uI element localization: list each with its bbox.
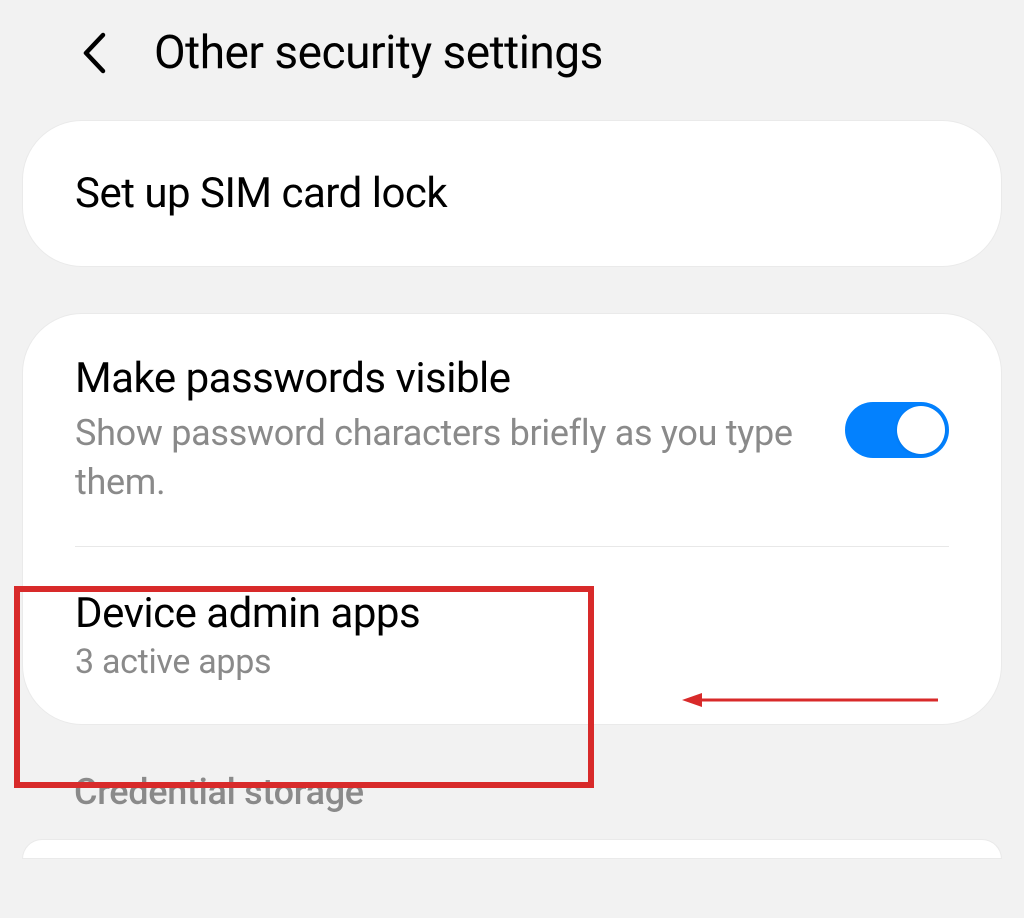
page-title: Other security settings	[154, 26, 603, 80]
setting-title: Make passwords visible	[75, 354, 805, 403]
setting-title: Device admin apps	[75, 589, 949, 638]
setting-device-admin-apps[interactable]: Device admin apps 3 active apps	[23, 547, 1001, 724]
section-credential-storage: Credential storage	[0, 771, 1024, 813]
card-security-options: Make passwords visible Show password cha…	[22, 313, 1002, 725]
setting-title: Set up SIM card lock	[75, 169, 949, 218]
setting-make-passwords-visible[interactable]: Make passwords visible Show password cha…	[23, 314, 1001, 546]
chevron-left-icon	[81, 31, 107, 75]
setting-sim-card-lock[interactable]: Set up SIM card lock	[23, 121, 1001, 266]
card-sim-lock: Set up SIM card lock	[22, 120, 1002, 267]
setting-subtitle: 3 active apps	[75, 642, 949, 682]
setting-text-block: Make passwords visible Show password cha…	[75, 354, 845, 506]
header: Other security settings	[0, 0, 1024, 120]
toggle-thumb	[897, 406, 945, 454]
toggle-passwords-visible[interactable]	[845, 402, 949, 458]
back-button[interactable]	[74, 33, 114, 73]
setting-description: Show password characters briefly as you …	[75, 409, 805, 506]
card-credential-storage	[22, 839, 1002, 859]
